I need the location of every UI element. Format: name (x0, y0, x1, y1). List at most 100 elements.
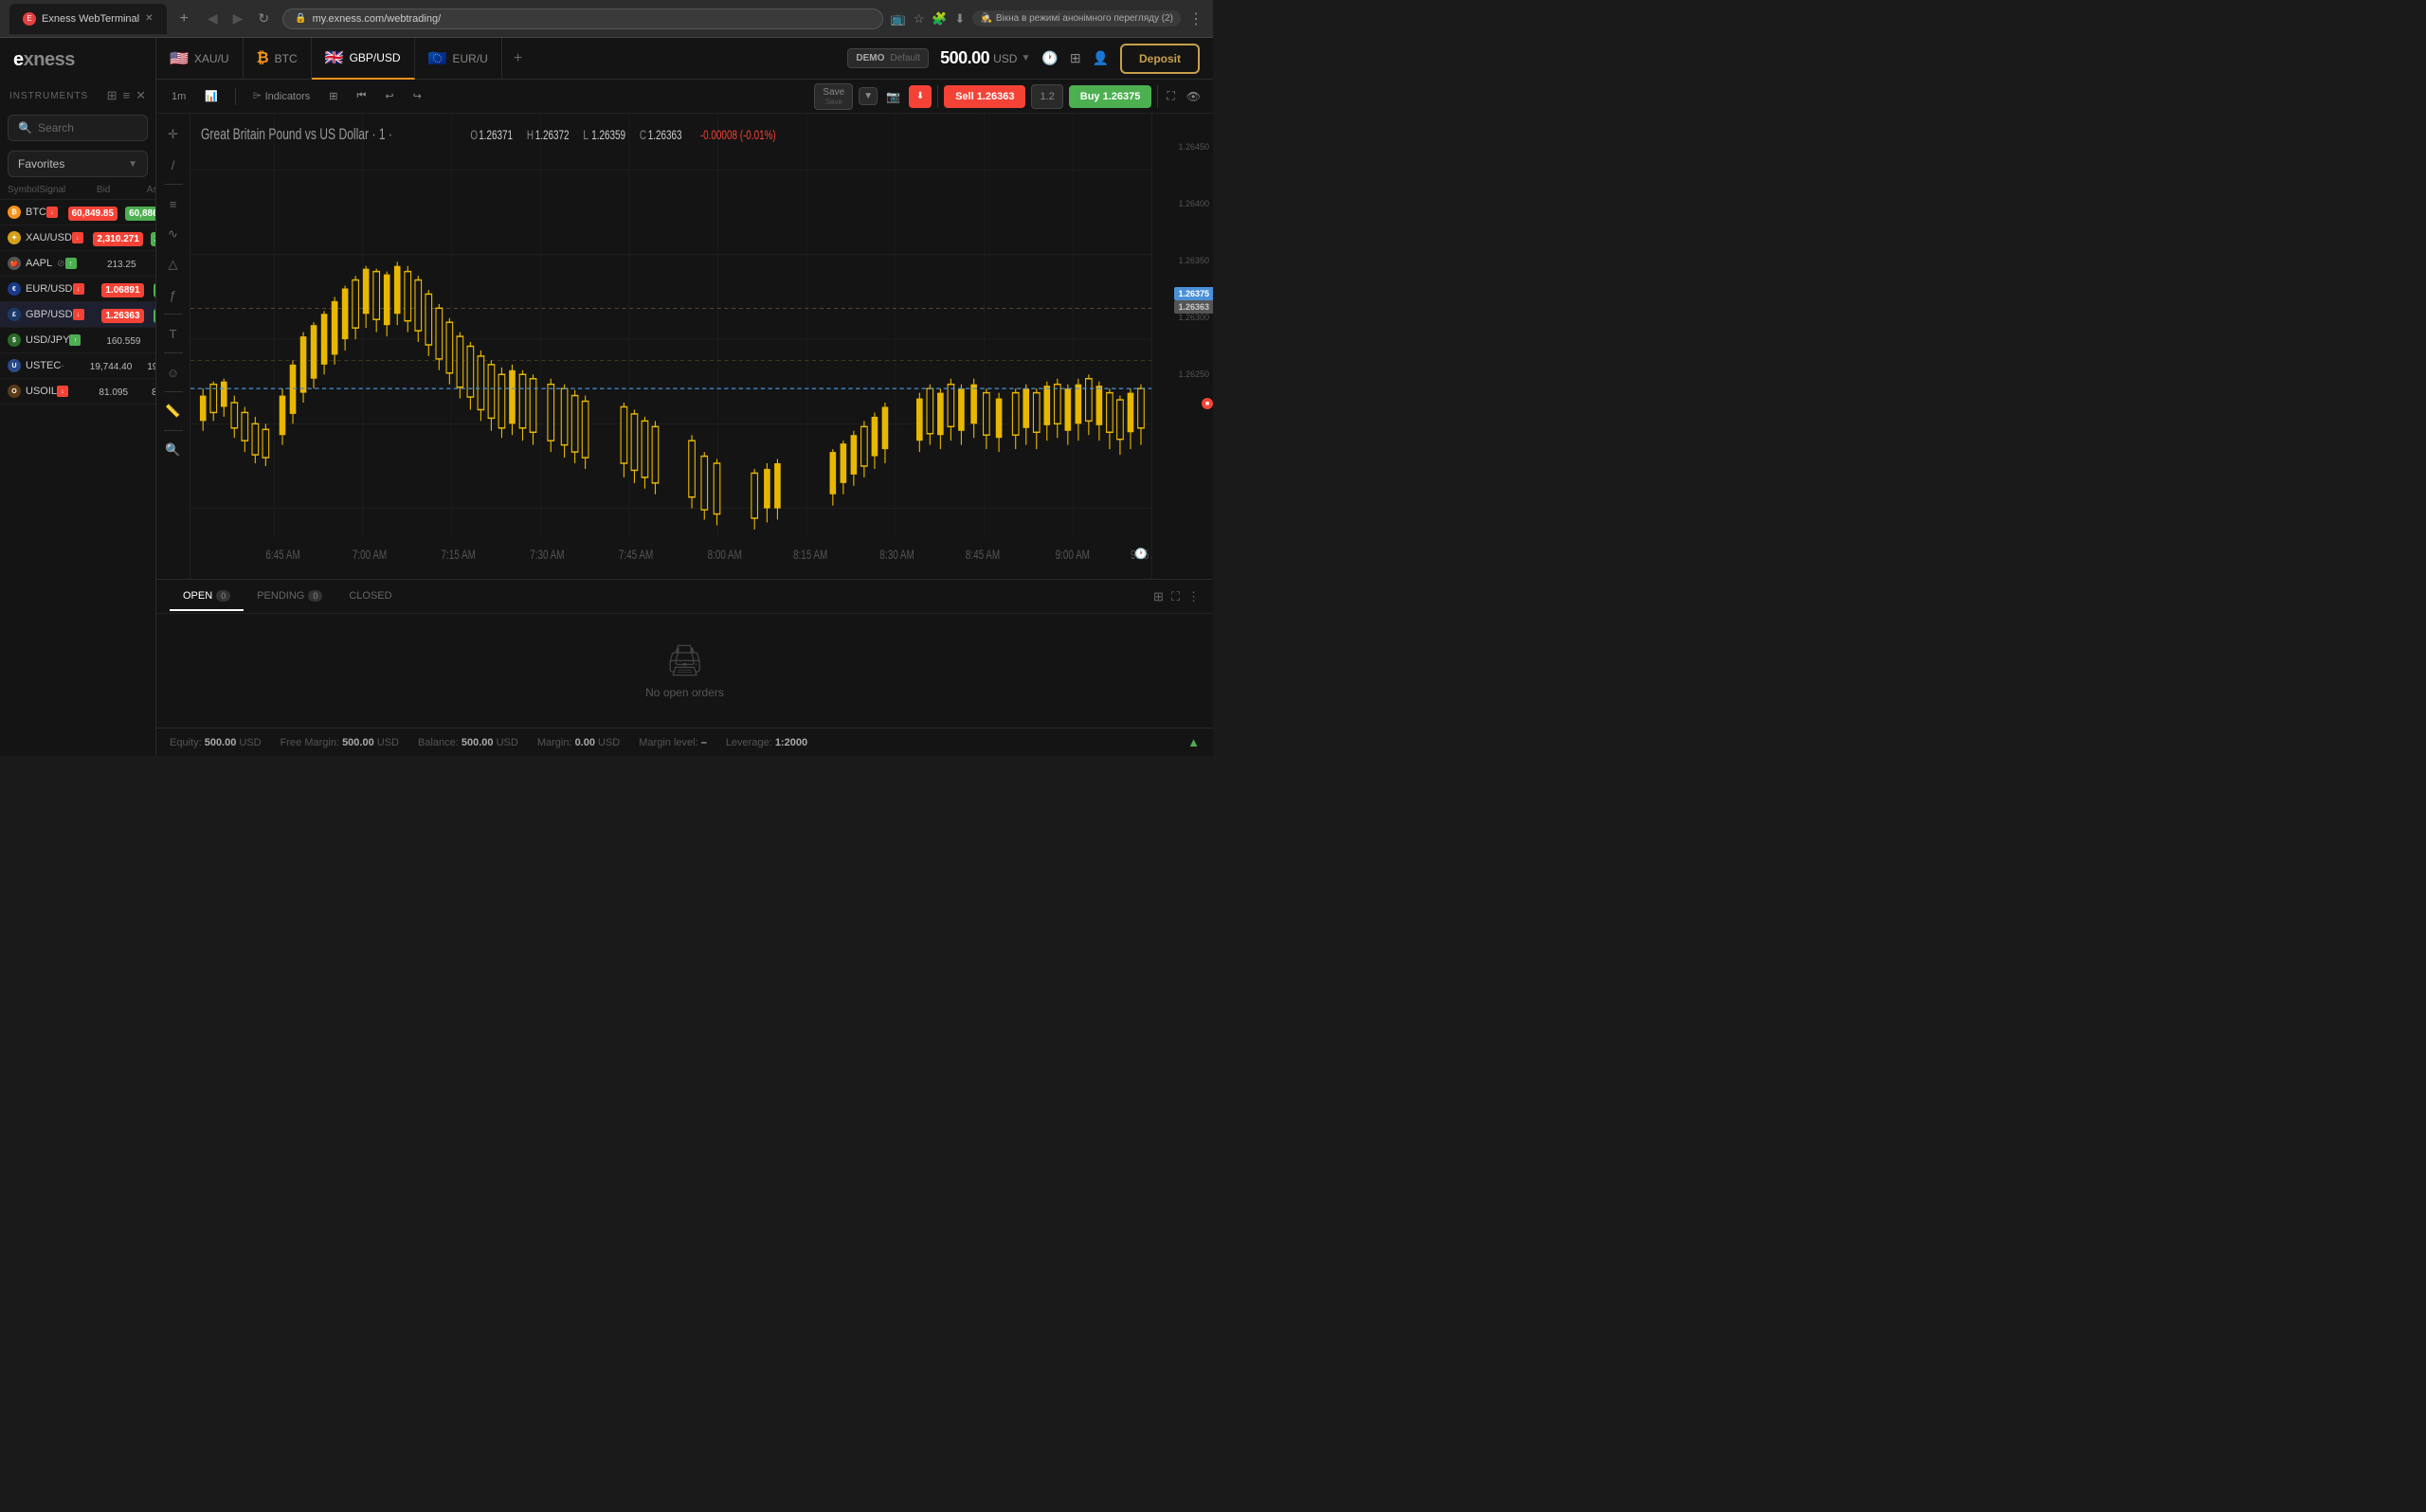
add-tab-button[interactable]: + (502, 38, 534, 80)
clock-icon[interactable]: 🕐 (1041, 50, 1058, 66)
bid-cell: 1.06891 (92, 282, 144, 296)
grid-view-icon[interactable]: ⊞ (107, 88, 118, 103)
table-row[interactable]: O USOIL ↓ 81.095 81.114 (0, 379, 155, 405)
orders-filter-icon[interactable]: ⊞ (1153, 589, 1164, 604)
tab-open[interactable]: OPEN 0 (170, 583, 244, 611)
svg-text:H: H (527, 128, 534, 142)
table-header: Symbol Signal Bid Ask (0, 181, 155, 200)
table-row[interactable]: € EUR/USD ↓ 1.06891 1.06901 (0, 277, 155, 302)
top-bar-icons: 🕐 ⊞ 👤 (1041, 50, 1109, 66)
svg-text:C: C (640, 128, 647, 142)
symbol-cell: £ GBP/USD (8, 308, 73, 321)
shape-tool[interactable]: △ (160, 251, 187, 278)
reload-btn[interactable]: ↻ (252, 7, 275, 30)
search-input[interactable]: Search (38, 121, 74, 135)
record-button[interactable]: ⬇ (909, 85, 932, 108)
chart-layout-button[interactable]: ⊞ (323, 87, 343, 105)
save-dropdown-btn[interactable]: ▼ (859, 87, 878, 105)
screenshot-button[interactable]: 📷 (883, 87, 903, 106)
table-row[interactable]: U USTEC - 19,744.40 19,750.3 (0, 353, 155, 379)
margin-status: Margin: 0.00 USD (537, 737, 620, 748)
eye-button[interactable]: 👁 (1184, 87, 1204, 106)
sell-button[interactable]: Sell 1.26363 (944, 85, 1025, 108)
tab-pending[interactable]: PENDING 0 (244, 583, 335, 611)
fibonacci-tool[interactable]: ƒ (160, 281, 187, 308)
chart-type-button[interactable]: 📊 (199, 87, 224, 105)
download-icon[interactable]: ⬇ (955, 11, 966, 27)
instruments-header: INSTRUMENTS ⊞ ≡ ✕ (0, 82, 155, 109)
symbol-label: AAPL (26, 258, 52, 269)
bid-price: 1.26363 (101, 309, 143, 323)
tab-closed[interactable]: CLOSED (335, 583, 405, 611)
status-bar: Equity: 500.00 USD Free Margin: 500.00 U… (156, 728, 1213, 756)
fullscreen-button[interactable]: ⛶ (1164, 86, 1177, 106)
table-row[interactable]: ✦ XAU/USD ↓ 2,310.271 2,310.47 (0, 225, 155, 251)
indicators-button[interactable]: ⌲ Indicators (247, 87, 316, 105)
tool-sep5 (164, 430, 183, 431)
leverage-status: Leverage: 1:2000 (726, 737, 807, 748)
new-tab-button[interactable]: + (174, 10, 194, 27)
svg-text:7:00 AM: 7:00 AM (353, 549, 387, 563)
timeframe-button[interactable]: 1m (166, 88, 191, 105)
pencil-tool[interactable]: / (160, 152, 187, 178)
zoom-tool[interactable]: 🔍 (160, 437, 187, 463)
favorites-arrow-icon: ▼ (128, 159, 137, 170)
undo-fast-button[interactable]: ⏮ (352, 87, 372, 105)
address-bar[interactable]: 🔒 my.exness.com/webtrading/ (282, 9, 882, 29)
browser-menu-btn[interactable]: ⋮ (1188, 9, 1204, 28)
demo-badge: DEMO Default (847, 48, 929, 68)
tab-btc[interactable]: ₿ BTC (244, 38, 312, 80)
extension-icon[interactable]: 🧩 (932, 11, 947, 27)
grid-icon[interactable]: ⊞ (1070, 50, 1081, 66)
ruler-tool[interactable]: 📏 (160, 398, 187, 424)
close-instruments-icon[interactable]: ✕ (136, 88, 146, 103)
save-button[interactable]: Save Save (814, 83, 853, 110)
free-margin-value: 500.00 (342, 737, 377, 748)
toolbar-right: Save Save ▼ 📷 ⬇ Sell 1.26363 1.2 Buy 1.2… (814, 83, 1204, 110)
tab-xau[interactable]: 🇺🇸 XAU/U (156, 38, 244, 80)
list-view-icon[interactable]: ≡ (123, 88, 131, 103)
tab-close-btn[interactable]: ✕ (145, 13, 153, 24)
free-margin-label: Free Margin: (281, 737, 339, 748)
orders-menu-icon[interactable]: ⋮ (1187, 589, 1200, 604)
incognito-badge: 🕵 Вікна в режимі анонімного перегляду (2… (972, 10, 1181, 27)
tab-gbp[interactable]: 🇬🇧 GBP/USD (312, 38, 415, 80)
tool-sep2 (164, 314, 183, 315)
horizontal-line-tool[interactable]: ≡ (160, 190, 187, 217)
browser-tab[interactable]: E Exness WebTerminal ✕ (9, 4, 167, 34)
sell-price: 1.26363 (977, 91, 1015, 102)
undo-button[interactable]: ↩ (379, 87, 399, 105)
buy-button[interactable]: Buy 1.26375 (1069, 85, 1152, 108)
table-row[interactable]: $ USD/JPY ↑ 160.559 160.570 (0, 328, 155, 353)
crosshair-tool[interactable]: ✛ (160, 121, 187, 148)
balance-display[interactable]: 500.00 USD ▼ (940, 48, 1030, 68)
search-bar[interactable]: 🔍 Search (8, 115, 148, 141)
deposit-button[interactable]: Deposit (1120, 44, 1200, 74)
svg-text:8:45 AM: 8:45 AM (966, 549, 1000, 563)
table-row[interactable]: ₿ BTC ↓ 60,849.85 60,886.1 (0, 200, 155, 225)
col-bid: Bid (58, 185, 110, 195)
cast-icon[interactable]: 📺 (891, 11, 906, 27)
text-tool[interactable]: T (160, 320, 187, 347)
orders-expand-icon[interactable]: ⛶ (1171, 589, 1180, 604)
favorites-dropdown[interactable]: Favorites ▼ (8, 151, 148, 177)
ask-price: 81.114 (152, 387, 155, 398)
symbol-label: XAU/USD (26, 232, 72, 243)
redo-button[interactable]: ↪ (407, 87, 427, 105)
symbol-label: GBP/USD (26, 309, 73, 320)
emoji-tool[interactable]: ☺ (160, 359, 187, 386)
bookmark-icon[interactable]: ☆ (914, 11, 925, 27)
table-row[interactable]: 🍎 AAPL ⊘ ↑ 213.25 213.34 (0, 251, 155, 277)
curve-tool[interactable]: ∿ (160, 221, 187, 247)
app-container: exness INSTRUMENTS ⊞ ≡ ✕ 🔍 Search Favori… (0, 38, 1213, 756)
svg-text:7:45 AM: 7:45 AM (619, 549, 653, 563)
tab-eur[interactable]: 🇪🇺 EUR/U (415, 38, 502, 80)
bid-price: 2,310.271 (93, 232, 143, 246)
profile-icon[interactable]: 👤 (1093, 50, 1109, 66)
btc-flag: ₿ (257, 50, 269, 67)
back-btn[interactable]: ◀ (202, 7, 224, 30)
timeframe-label: 1m (172, 91, 186, 102)
forward-btn[interactable]: ▶ (227, 7, 249, 30)
free-margin-status: Free Margin: 500.00 USD (281, 737, 399, 748)
table-row[interactable]: £ GBP/USD ↓ 1.26363 1.26375 (0, 302, 155, 328)
